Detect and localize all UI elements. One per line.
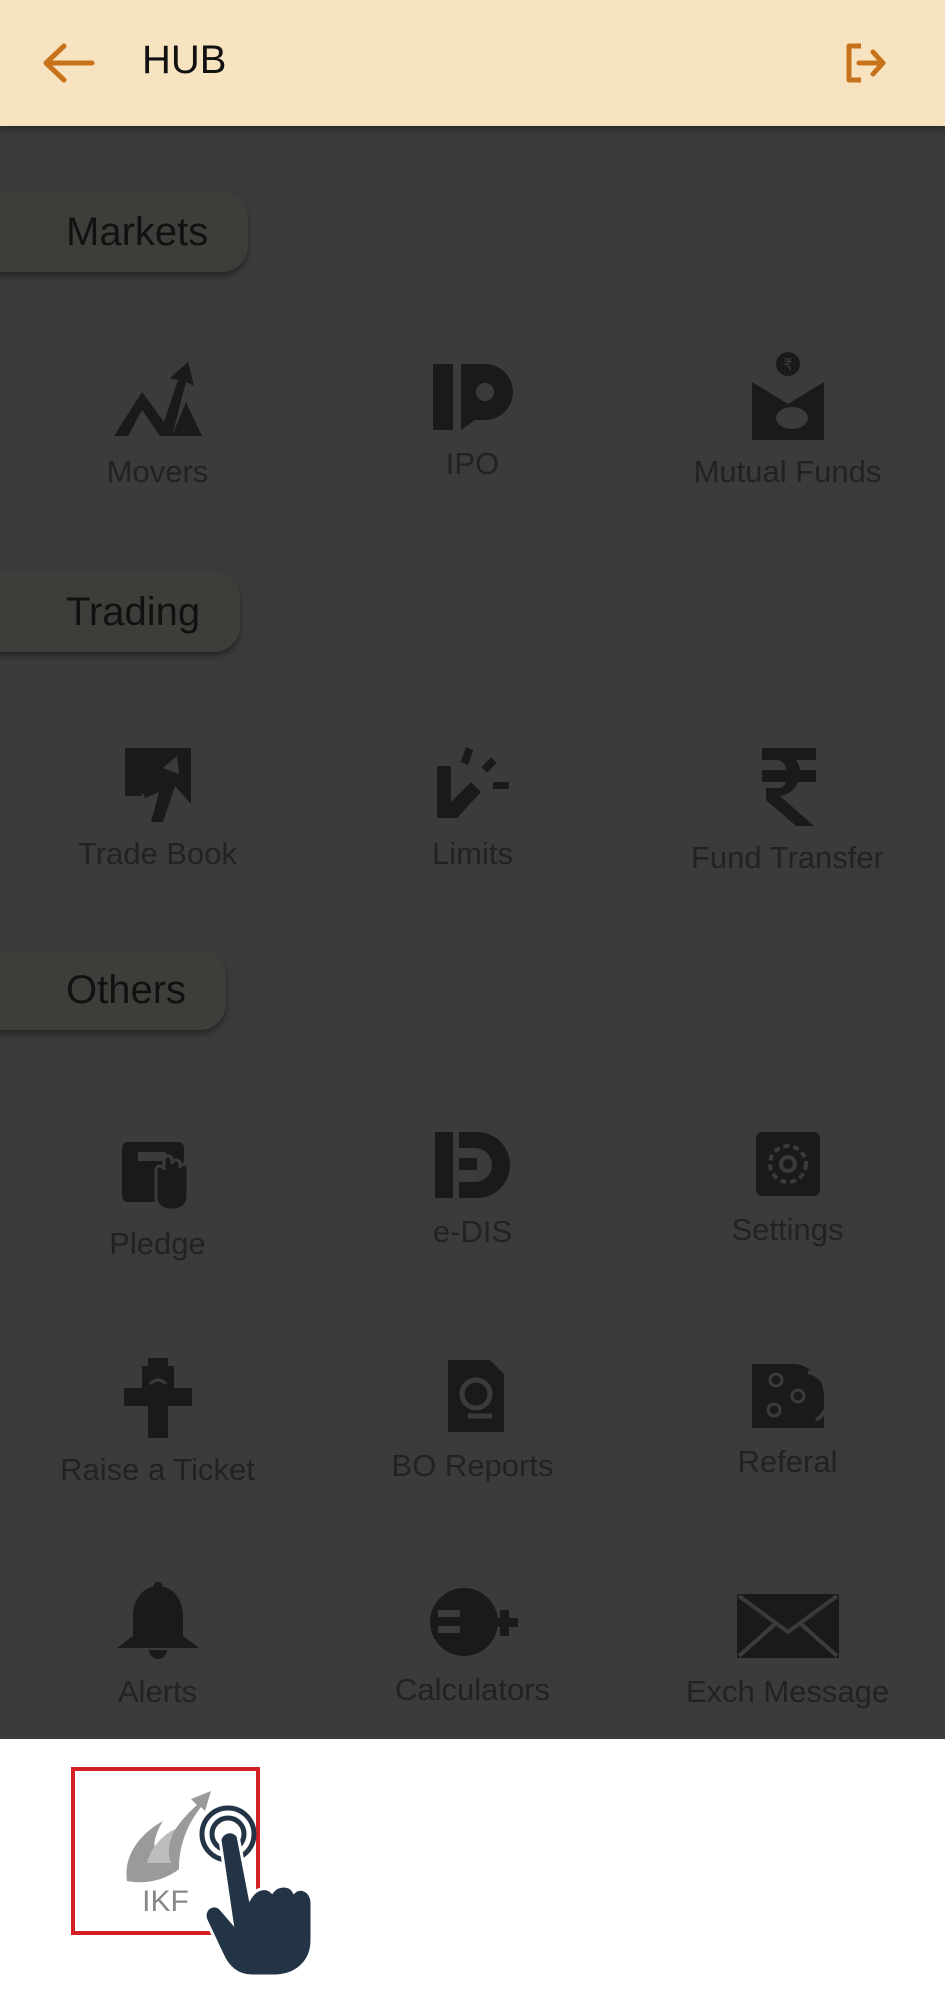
tile-fund-transfer[interactable]: Fund Transfer bbox=[630, 746, 945, 876]
section-trading: Trading bbox=[0, 572, 241, 652]
tile-label: Mutual Funds bbox=[693, 454, 882, 489]
tile-ipo[interactable]: IPO bbox=[315, 362, 630, 482]
tile-trade-book[interactable]: Trade Book bbox=[0, 746, 315, 872]
logout-icon[interactable] bbox=[843, 40, 889, 86]
mutual-funds-icon: ₹ bbox=[751, 352, 824, 440]
tile-label: Trade Book bbox=[77, 836, 238, 871]
limits-icon bbox=[436, 747, 509, 818]
tile-movers[interactable]: Movers bbox=[0, 362, 315, 490]
pledge-icon bbox=[121, 1142, 189, 1212]
app-header: HUB bbox=[0, 0, 945, 126]
ipo-icon bbox=[432, 364, 513, 430]
tile-alerts[interactable]: Alerts bbox=[0, 1582, 315, 1710]
tile-label: Calculators bbox=[394, 1672, 551, 1707]
tile-label: Movers bbox=[106, 454, 209, 489]
bo-reports-icon bbox=[447, 1360, 504, 1432]
tile-edis[interactable]: e-DIS bbox=[315, 1130, 630, 1250]
tile-pledge[interactable]: Pledge bbox=[0, 1140, 315, 1262]
tile-bo-reports[interactable]: BO Reports bbox=[315, 1358, 630, 1484]
envelope-icon bbox=[736, 1594, 839, 1658]
svg-text:₹: ₹ bbox=[782, 355, 792, 374]
back-arrow-icon[interactable] bbox=[38, 40, 98, 86]
tile-exch-message[interactable]: Exch Message bbox=[630, 1592, 945, 1710]
tile-label: Exch Message bbox=[685, 1674, 890, 1709]
hub-menu-overlay: Markets Movers IPO ₹ Mutual Funds Tradin… bbox=[0, 126, 945, 1739]
tile-settings[interactable]: Settings bbox=[630, 1130, 945, 1248]
trade-book-icon bbox=[124, 748, 191, 822]
tile-label: Settings bbox=[731, 1212, 844, 1247]
referal-icon bbox=[751, 1363, 826, 1428]
calculator-icon bbox=[429, 1588, 518, 1656]
edis-icon bbox=[434, 1132, 510, 1198]
tile-calculators[interactable]: Calculators bbox=[315, 1586, 630, 1708]
tile-label: Limits bbox=[432, 836, 513, 871]
tile-label: Pledge bbox=[109, 1226, 206, 1261]
section-markets: Markets bbox=[0, 192, 249, 272]
tile-mutual-funds[interactable]: ₹ Mutual Funds bbox=[630, 352, 945, 490]
tile-limits[interactable]: Limits bbox=[315, 746, 630, 872]
tap-hand-icon bbox=[199, 1805, 314, 1978]
tile-label: IPO bbox=[445, 446, 500, 481]
movers-icon bbox=[113, 362, 202, 436]
tile-label: BO Reports bbox=[391, 1448, 554, 1483]
rupee-icon bbox=[761, 748, 816, 826]
section-others: Others bbox=[0, 950, 227, 1030]
tile-label: Referal bbox=[737, 1444, 838, 1479]
tile-label: Raise a Ticket bbox=[60, 1452, 255, 1487]
bell-icon bbox=[116, 1582, 199, 1659]
tile-raise-ticket[interactable]: Raise a Ticket bbox=[0, 1358, 315, 1488]
page-title: HUB bbox=[142, 38, 227, 82]
tile-label: Fund Transfer bbox=[691, 840, 884, 875]
ticket-icon bbox=[123, 1358, 192, 1438]
settings-icon bbox=[755, 1132, 820, 1196]
tile-label: Alerts bbox=[117, 1674, 198, 1709]
tile-label: e-DIS bbox=[432, 1214, 513, 1249]
tile-referal[interactable]: Referal bbox=[630, 1358, 945, 1480]
